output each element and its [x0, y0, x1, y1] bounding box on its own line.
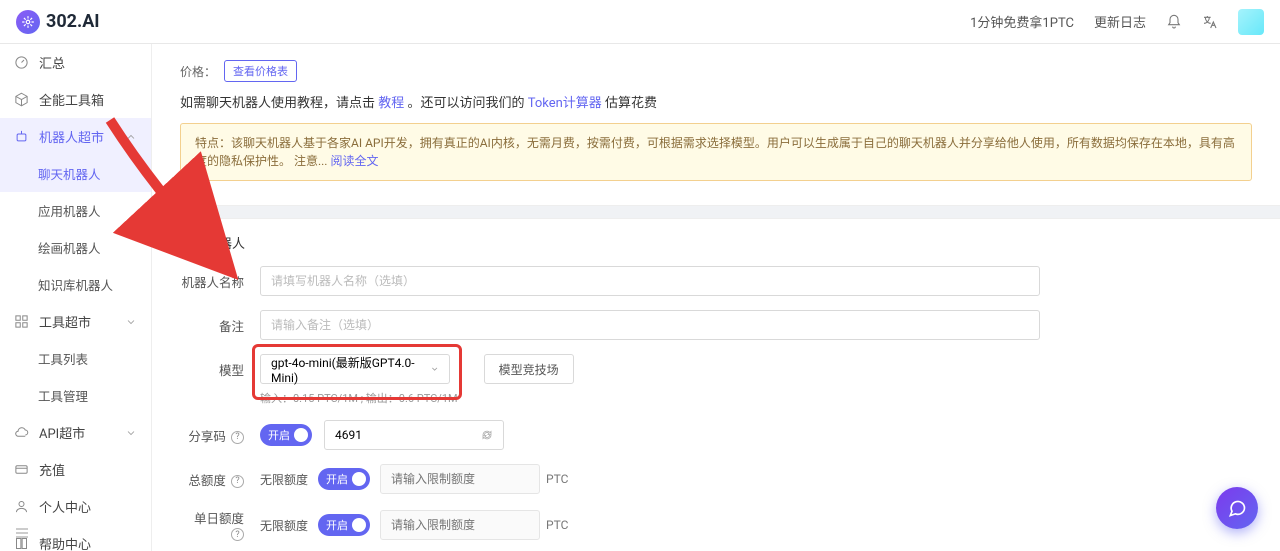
unlimited-label: 无限额度 — [260, 517, 308, 534]
share-toggle[interactable]: 开启 — [260, 424, 312, 446]
topbar: 302.AI 1分钟免费拿1PTC 更新日志 — [0, 0, 1280, 44]
sidebar-item-chat-bot[interactable]: 聊天机器人 — [0, 155, 151, 192]
view-price-button[interactable]: 查看价格表 — [224, 60, 297, 82]
sidebar: 汇总 全能工具箱 机器人超市 聊天机器人 应用机器人 绘画机器人 知识库机器人 … — [0, 44, 152, 551]
avatar[interactable] — [1238, 9, 1264, 35]
remark-label: 备注 — [180, 316, 244, 335]
share-label: 分享码 ? — [180, 426, 244, 445]
tutorial-line: 如需聊天机器人使用教程，请点击 教程 。还可以访问我们的 Token计算器 估算… — [180, 92, 1252, 111]
logo-icon — [16, 10, 40, 34]
name-label: 机器人名称 — [180, 272, 244, 291]
top-links: 1分钟免费拿1PTC 更新日志 — [970, 9, 1264, 35]
sidebar-item-draw-bot[interactable]: 绘画机器人 — [0, 229, 151, 266]
bell-icon[interactable] — [1166, 14, 1182, 30]
main-content: 价格： 查看价格表 如需聊天机器人使用教程，请点击 教程 。还可以访问我们的 T… — [152, 44, 1280, 551]
sidebar-item-tool-market[interactable]: 工具超市 — [0, 303, 151, 340]
chat-icon — [1227, 498, 1247, 518]
notice-banner: 特点：该聊天机器人基于各家AI API开发，拥有真正的AI内核，无需月费，按需付… — [180, 123, 1252, 181]
total-limit-input[interactable] — [380, 464, 540, 494]
sidebar-item-app-bot[interactable]: 应用机器人 — [0, 192, 151, 229]
help-icon[interactable]: ? — [231, 431, 244, 444]
name-input[interactable] — [260, 266, 1040, 296]
chevron-down-icon — [430, 364, 439, 374]
sidebar-item-tool-manage[interactable]: 工具管理 — [0, 377, 151, 414]
sidebar-item-kb-bot[interactable]: 知识库机器人 — [0, 266, 151, 303]
price-label: 价格： — [180, 63, 216, 80]
sidebar-item-tool-list[interactable]: 工具列表 — [0, 340, 151, 377]
sidebar-item-summary[interactable]: 汇总 — [0, 44, 151, 81]
model-label: 模型 — [180, 354, 244, 379]
chevron-up-icon — [125, 131, 137, 143]
daily-limit-input[interactable] — [380, 510, 540, 540]
translate-icon[interactable] — [1202, 14, 1218, 30]
card-icon — [14, 462, 29, 477]
total-unlimited-toggle[interactable]: 开启 — [318, 468, 370, 490]
unlimited-label: 无限额度 — [260, 471, 308, 488]
grid-icon — [14, 314, 29, 329]
model-pricing: 输入：0.15 PTC/1M ; 输出：0.6 PTC/1M — [260, 390, 458, 406]
daily-label: 单日额度 ? — [180, 508, 244, 542]
sidebar-item-recharge[interactable]: 充值 — [0, 451, 151, 488]
model-select[interactable]: gpt-4o-mini(最新版GPT4.0-Mini) — [260, 354, 450, 384]
share-code-box: 4691 — [324, 420, 504, 450]
help-icon[interactable]: ? — [231, 528, 244, 541]
changelog-link[interactable]: 更新日志 — [1094, 12, 1146, 31]
unit-label: PTC — [546, 518, 568, 532]
collapse-icon[interactable] — [14, 525, 30, 541]
robot-icon — [14, 129, 29, 144]
tutorial-link[interactable]: 教程 — [378, 96, 404, 111]
logo-text: 302.AI — [46, 11, 100, 32]
read-more-link[interactable]: 阅读全文 — [330, 154, 378, 168]
price-row: 价格： 查看价格表 — [180, 60, 1252, 82]
promo-link[interactable]: 1分钟免费拿1PTC — [970, 12, 1074, 31]
sidebar-item-profile[interactable]: 个人中心 — [0, 488, 151, 525]
chevron-down-icon — [125, 316, 137, 328]
refresh-icon[interactable] — [481, 429, 493, 441]
section-title: 聊天机器人 — [180, 233, 1252, 252]
daily-unlimited-toggle[interactable]: 开启 — [318, 514, 370, 536]
logo[interactable]: 302.AI — [16, 10, 100, 34]
arena-button[interactable]: 模型竞技场 — [484, 354, 574, 384]
gauge-icon — [14, 55, 29, 70]
sidebar-item-api-market[interactable]: API超市 — [0, 414, 151, 451]
cloud-icon — [14, 425, 29, 440]
user-icon — [14, 499, 29, 514]
help-icon[interactable]: ? — [231, 475, 244, 488]
unit-label: PTC — [546, 472, 568, 486]
sidebar-item-robot-market[interactable]: 机器人超市 — [0, 118, 151, 155]
token-calc-link[interactable]: Token计算器 — [528, 96, 602, 111]
share-code-value: 4691 — [335, 428, 362, 442]
chat-fab[interactable] — [1216, 487, 1258, 529]
remark-input[interactable] — [260, 310, 1040, 340]
chevron-down-icon — [125, 427, 137, 439]
sidebar-item-toolbox[interactable]: 全能工具箱 — [0, 81, 151, 118]
total-label: 总额度 ? — [180, 470, 244, 489]
cube-icon — [14, 92, 29, 107]
